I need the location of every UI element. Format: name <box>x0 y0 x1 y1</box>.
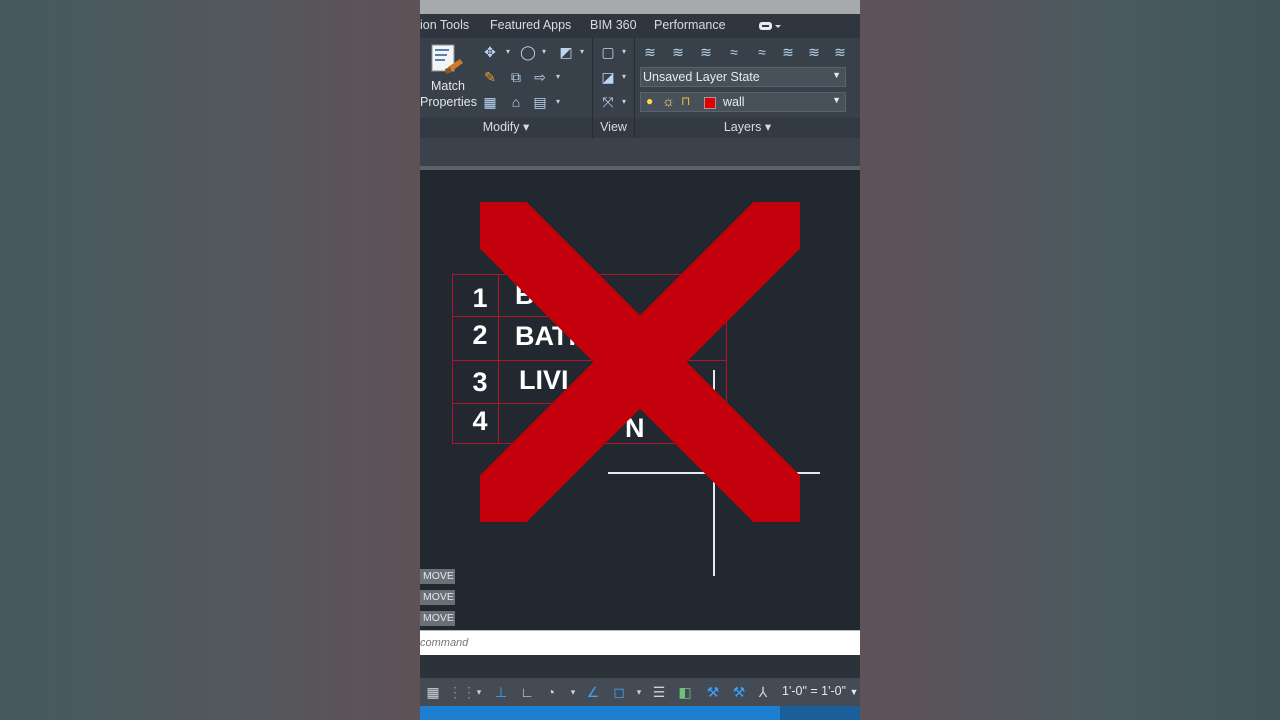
layer-freeze-icon[interactable]: ≈ <box>726 44 742 60</box>
command-history-item: MOVE <box>420 569 455 584</box>
view-dropdown-icon[interactable]: ▾ <box>622 44 628 60</box>
draw-icon[interactable]: ✎ <box>482 69 498 85</box>
move-icon[interactable]: ✥ <box>482 44 498 60</box>
annotation-scale-select[interactable]: 1'-0" = 1'-0" ▼ <box>782 684 858 698</box>
chevron-down-icon: ▼ <box>832 70 841 80</box>
mirror-icon[interactable]: ⇨ <box>532 69 548 85</box>
modify-panel-label[interactable]: Modify ▾ <box>420 118 592 138</box>
layer-properties-icon[interactable]: ≋ <box>642 44 658 60</box>
title-bar <box>420 0 860 14</box>
copy-icon[interactable]: ⧉ <box>508 69 524 85</box>
match-properties-button[interactable]: Match Properties <box>420 42 477 110</box>
red-x-icon <box>480 202 800 522</box>
taskbar-strip <box>420 706 860 720</box>
array-dropdown-icon[interactable]: ▾ <box>556 94 562 110</box>
layer-off-icon[interactable]: ≋ <box>670 44 686 60</box>
polar-tracking-icon[interactable]: ◔ <box>542 684 560 700</box>
transparency-icon[interactable]: ◧ <box>676 684 694 700</box>
rotate-dropdown-icon[interactable]: ▾ <box>542 44 548 60</box>
ribbon-tabs: ion Tools Featured Apps BIM 360 Performa… <box>420 14 860 38</box>
annotation-visibility-icon[interactable]: ⚒ <box>704 684 722 700</box>
navigate-dropdown-icon[interactable]: ▾ <box>622 94 628 110</box>
auto-scale-icon[interactable]: ⚒ <box>730 684 748 700</box>
annotation-scale-icon[interactable]: ⅄ <box>754 684 772 700</box>
snap-icon[interactable]: ⋮⋮ <box>448 684 476 700</box>
view-cube-icon[interactable]: ▢ <box>600 44 616 60</box>
infer-constraints-icon[interactable]: ⊥ <box>492 684 510 700</box>
autocad-window: ion Tools Featured Apps BIM 360 Performa… <box>420 0 860 720</box>
command-history-item: MOVE <box>420 611 455 626</box>
lineweight-icon[interactable]: ☰ <box>650 684 668 700</box>
move-dropdown-icon[interactable]: ▾ <box>506 44 512 60</box>
ortho-icon[interactable]: ∟ <box>518 684 536 700</box>
file-tabs-bar <box>420 138 860 170</box>
object-snap-dropdown-icon[interactable]: ▾ <box>630 684 648 700</box>
array-icon[interactable]: ▤ <box>532 94 548 110</box>
fillet-icon[interactable]: ⌂ <box>508 94 524 110</box>
tab-bim-360[interactable]: BIM 360 <box>590 18 637 32</box>
ribbon-toggle-icon[interactable] <box>758 20 782 35</box>
viewport-dropdown-icon[interactable]: ▾ <box>622 69 628 85</box>
layer-select[interactable]: ● ☼ ⊓ wall ▼ <box>640 92 846 112</box>
layer-walk-icon[interactable]: ≋ <box>832 44 848 60</box>
lightbulb-icon: ● <box>646 94 654 108</box>
trim-dropdown-icon[interactable]: ▾ <box>580 44 586 60</box>
tab-featured-apps[interactable]: Featured Apps <box>490 18 571 32</box>
sun-icon: ☼ <box>662 93 675 109</box>
layer-isolate-icon[interactable]: ≋ <box>698 44 714 60</box>
match-properties-icon <box>420 42 476 78</box>
mirror-dropdown-icon[interactable]: ▾ <box>556 69 562 85</box>
layer-previous-icon[interactable]: ≋ <box>806 44 822 60</box>
status-bar: ▦ ⋮⋮ ▾ ⊥ ∟ ◔ ▾ ∠ ◻ ▾ ☰ ◧ ⚒ ⚒ ⅄ 1'-0" = 1… <box>420 678 860 706</box>
chevron-down-icon: ▼ <box>832 95 841 105</box>
grid-icon[interactable]: ▦ <box>424 684 442 700</box>
chevron-down-icon: ▼ <box>849 687 859 697</box>
tab-collaboration-tools[interactable]: ion Tools <box>420 18 469 32</box>
stretch-icon[interactable]: ▦ <box>482 94 498 110</box>
layer-lock-icon[interactable]: ≈ <box>754 44 770 60</box>
object-snap-icon[interactable]: ◻ <box>610 684 628 700</box>
command-history-item: MOVE <box>420 590 455 605</box>
navigate-icon[interactable]: ⤧ <box>600 94 616 110</box>
tab-performance[interactable]: Performance <box>654 18 726 32</box>
layer-color-swatch <box>704 97 716 109</box>
snap-dropdown-icon[interactable]: ▾ <box>470 684 488 700</box>
layers-panel-label[interactable]: Layers ▾ <box>635 118 860 138</box>
trim-icon[interactable]: ◩ <box>558 44 574 60</box>
layer-state-select[interactable]: Unsaved Layer State ▼ <box>640 67 846 87</box>
ribbon-panel: Match Properties ✥ ▾ ◯ ▾ ◩ ▾ ✎ ⧉ ⇨ ▾ ▦ ⌂… <box>420 38 860 139</box>
isodraft-icon[interactable]: ∠ <box>584 684 602 700</box>
command-line <box>420 630 860 655</box>
unlock-icon: ⊓ <box>681 94 691 108</box>
drawing-canvas[interactable]: 1 B OM 2 BATH 3 LIVI 4 N <box>420 170 860 630</box>
polar-dropdown-icon[interactable]: ▾ <box>564 684 582 700</box>
view-panel-label[interactable]: View <box>593 118 634 138</box>
layer-match-icon[interactable]: ≋ <box>780 44 796 60</box>
rotate-icon[interactable]: ◯ <box>520 44 536 60</box>
layout-tabs-bar <box>420 655 860 678</box>
viewport-icon[interactable]: ◪ <box>600 69 616 85</box>
command-input[interactable] <box>420 635 800 651</box>
